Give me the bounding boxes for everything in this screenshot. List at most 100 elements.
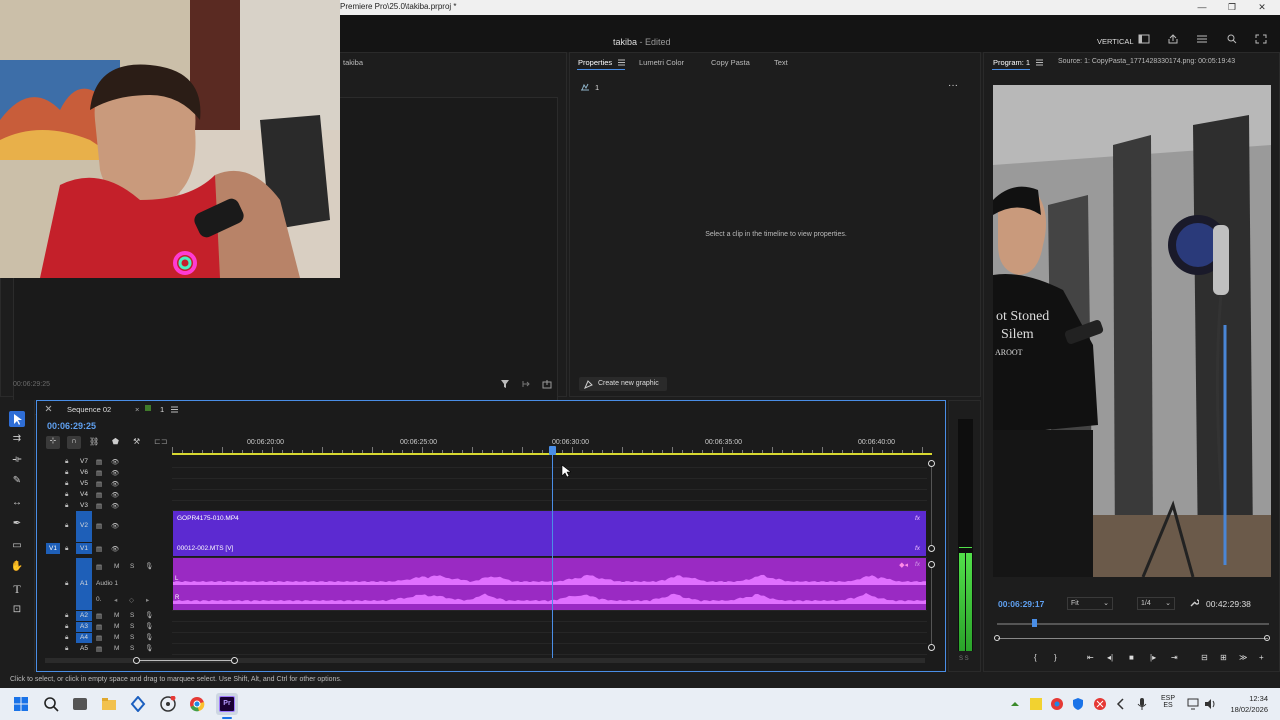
track-label[interactable]: V3 [80, 502, 88, 509]
pen-tool-icon[interactable]: ✒ [9, 518, 25, 534]
eye-icon[interactable]: 👁︎ [111, 491, 119, 499]
lock-icon[interactable]: 🔒︎ [65, 491, 68, 499]
track-label[interactable]: V4 [80, 491, 88, 498]
vscroll-track[interactable] [931, 467, 932, 545]
lock-icon[interactable]: 🔒︎ [65, 545, 68, 553]
audio-track-name[interactable]: Audio 1 [96, 580, 118, 587]
lock-icon[interactable]: 🔒︎ [65, 502, 68, 510]
slip-tool-icon[interactable]: ↔ [9, 497, 25, 513]
eye-icon[interactable]: 👁︎ [111, 545, 119, 553]
mute-button[interactable]: M [114, 612, 119, 619]
video-track-header[interactable]: 🔒︎ V2 ▤ 👁︎ [62, 511, 172, 542]
rectangle-tool-icon[interactable]: ▭ [9, 540, 25, 556]
tab-copy-pasta[interactable]: Copy Pasta [711, 58, 750, 67]
voiceover-mic-icon[interactable]: 🎙︎ [145, 633, 153, 641]
stop-icon[interactable]: ■ [1129, 653, 1134, 662]
hand-tool-icon[interactable]: ✋ [9, 561, 25, 577]
sync-lock-icon[interactable]: ▤ [96, 623, 102, 631]
clock[interactable]: 12:34 18/02/2026 [1226, 694, 1268, 714]
wrench-icon[interactable] [1189, 598, 1200, 608]
remix-tool-icon[interactable]: ⊡ [9, 604, 25, 620]
audio-track-header-a1[interactable]: 🔒︎ A1 ▤ M S 🎙︎ Audio 1 0. ◂ ◇ ▸ [62, 558, 172, 610]
vscroll-mid-handle[interactable] [928, 545, 935, 552]
snap-icon[interactable]: ∩ [67, 436, 81, 449]
share-icon[interactable] [1166, 34, 1180, 46]
type-tool-icon[interactable]: T [9, 582, 25, 598]
meter-solo-label[interactable]: S S [959, 656, 969, 662]
eye-icon[interactable]: 👁︎ [111, 480, 119, 488]
tray-chevron-icon[interactable] [1009, 698, 1025, 714]
track-label[interactable]: A3 [80, 623, 88, 630]
audio-track-header[interactable]: 🔒︎ A5 ▤ M S 🎙︎ [62, 644, 172, 654]
video-track-header[interactable]: 🔒︎ V5 ▤ 👁︎ [62, 480, 172, 490]
track-label[interactable]: V2 [80, 522, 88, 529]
lift-icon[interactable]: ⊟ [1201, 653, 1208, 662]
linked-selection-icon[interactable]: ⛓ [89, 437, 99, 446]
lock-icon[interactable]: 🔒︎ [65, 469, 68, 477]
timeline-timecode[interactable]: 00:06:29:25 [47, 421, 96, 431]
resolution-dropdown[interactable]: 1/4 ⌄ [1137, 597, 1175, 610]
mark-out-icon[interactable]: } [1054, 653, 1057, 662]
track-label[interactable]: A1 [80, 580, 88, 587]
language-indicator[interactable]: ESP ES [1160, 695, 1176, 709]
vscroll-top-handle[interactable] [928, 460, 935, 467]
fit-dropdown[interactable]: Fit ⌄ [1067, 597, 1113, 610]
lock-icon[interactable]: 🔒︎ [65, 612, 68, 620]
extract-icon[interactable]: ⊞ [1220, 653, 1227, 662]
timeline-menu-icon[interactable] [171, 406, 178, 413]
captions-icon[interactable]: ⊏⊐ [154, 437, 167, 446]
nest-toggle-icon[interactable]: ⊹ [46, 436, 60, 449]
filter-icon[interactable] [500, 379, 510, 389]
source-patch-v1[interactable]: V1 [46, 543, 60, 554]
audio-track-header[interactable]: 🔒︎ A3 ▤ M S 🎙︎ [62, 622, 172, 632]
track-label[interactable]: A2 [80, 612, 88, 619]
lock-icon[interactable]: 🔒︎ [65, 623, 68, 631]
network-icon[interactable] [1186, 697, 1202, 713]
solo-button[interactable]: S [130, 563, 134, 570]
eye-icon[interactable]: 👁︎ [111, 469, 119, 477]
sync-lock-icon[interactable]: ▤ [96, 522, 102, 530]
step-forward-icon[interactable]: |▸ [1150, 653, 1156, 662]
eye-icon[interactable]: 👁︎ [111, 458, 119, 466]
progress-icon[interactable] [1195, 34, 1209, 46]
sequence-close-x[interactable]: × [135, 405, 139, 414]
track-label[interactable]: A4 [80, 634, 88, 641]
ascroll-track[interactable] [931, 568, 932, 644]
fullscreen-icon[interactable] [1254, 34, 1268, 46]
restore-button[interactable]: ❐ [1217, 0, 1247, 15]
tray-arrow-icon[interactable] [1114, 697, 1130, 713]
clip-v2[interactable]: GOPR4175-010.MP4 fx [173, 511, 926, 542]
video-track-header[interactable]: 🔒︎ V7 ▤ 👁︎ [62, 458, 172, 468]
properties-menu-icon[interactable] [618, 59, 625, 66]
tab-text[interactable]: Text [774, 58, 788, 67]
video-track-header[interactable]: 🔒︎ V4 ▤ 👁︎ [62, 491, 172, 501]
lock-icon[interactable]: 🔒︎ [65, 522, 68, 530]
sync-lock-icon[interactable]: ▤ [96, 458, 102, 466]
audio-track-header[interactable]: 🔒︎ A2 ▤ M S 🎙︎ [62, 611, 172, 621]
sync-lock-icon[interactable]: ▤ [96, 469, 102, 477]
sync-lock-icon[interactable]: ▤ [96, 645, 102, 653]
track-label[interactable]: V1 [80, 545, 88, 552]
add-marker-icon[interactable]: ⬟ [112, 437, 119, 446]
more-options-icon[interactable]: ··· [948, 80, 958, 91]
video-track-header[interactable]: V1 🔒︎ V1 ▤ 👁︎ [46, 543, 172, 555]
ascroll-top-handle[interactable] [928, 561, 935, 568]
chrome-icon[interactable] [189, 696, 205, 712]
program-playhead[interactable] [1032, 619, 1038, 627]
clip-v1[interactable]: 00012-002.MTS [V] fx [173, 542, 926, 556]
mute-button[interactable]: M [114, 645, 119, 652]
tab-lumetri-color[interactable]: Lumetri Color [639, 58, 684, 67]
sync-lock-icon[interactable]: ▤ [96, 480, 102, 488]
sync-lock-icon[interactable]: ▤ [96, 612, 102, 620]
source-label[interactable]: Source: 1: CopyPasta_1771428330174.png: … [1058, 58, 1235, 65]
mute-button[interactable]: M [114, 563, 119, 570]
minimize-button[interactable]: — [1187, 0, 1217, 15]
mute-button[interactable]: M [114, 634, 119, 641]
razor-tool-icon[interactable]: ✎ [9, 475, 25, 491]
export-icon[interactable] [542, 379, 552, 389]
lock-icon[interactable]: 🔒︎ [65, 480, 68, 488]
track-label[interactable]: V6 [80, 469, 88, 476]
go-to-out-icon[interactable]: ⇥ [1171, 653, 1178, 662]
solo-button[interactable]: S [130, 623, 134, 630]
voiceover-mic-icon[interactable]: 🎙︎ [145, 622, 153, 630]
